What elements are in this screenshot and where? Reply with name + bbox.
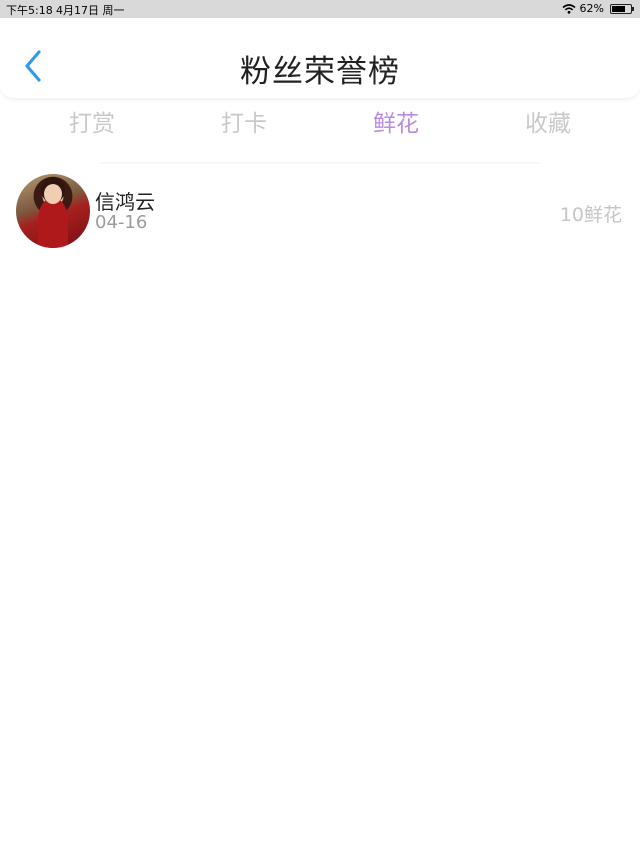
battery-icon [610, 3, 634, 14]
status-indicators: 62% [562, 2, 634, 15]
tab-checkin[interactable]: 打卡 [184, 104, 304, 138]
tab-favorites[interactable]: 收藏 [488, 104, 608, 138]
page-title: 粉丝荣誉榜 [240, 54, 400, 90]
flower-count: 10鲜花 [559, 204, 622, 226]
status-date: 4月17日 周一 [56, 4, 125, 17]
tab-flowers[interactable]: 鲜花 [336, 104, 456, 138]
list-item[interactable]: 信鸿云 04-16 10鲜花 [0, 170, 640, 252]
user-name: 信鸿云 [95, 190, 155, 214]
status-time: 下午5:18 [6, 4, 53, 17]
tab-reward[interactable]: 打赏 [32, 104, 152, 138]
avatar [16, 174, 90, 248]
tab-bar: 打赏 打卡 鲜花 收藏 [0, 100, 640, 144]
battery-percent: 62% [579, 2, 604, 15]
navigation-bar: 粉丝荣誉榜 [0, 18, 640, 98]
wifi-icon [562, 3, 576, 14]
tabs-divider [100, 162, 540, 164]
status-bar: 下午5:18 4月17日 周一 62% [0, 0, 640, 18]
user-date: 04-16 [95, 212, 148, 233]
